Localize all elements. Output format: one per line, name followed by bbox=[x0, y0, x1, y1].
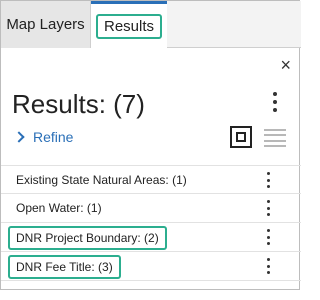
tab-bar: Map Layers Results bbox=[1, 1, 301, 49]
result-label: Existing State Natural Areas: (1) bbox=[16, 173, 187, 187]
more-vertical-icon[interactable] bbox=[265, 172, 271, 188]
more-vertical-icon[interactable] bbox=[265, 258, 271, 274]
tab-map-layers[interactable]: Map Layers bbox=[1, 1, 91, 48]
list-item[interactable]: Open Water: (1) bbox=[1, 194, 301, 223]
list-view-icon[interactable] bbox=[264, 129, 286, 147]
more-vertical-icon[interactable] bbox=[268, 92, 282, 112]
page-title: Results: (7) bbox=[12, 89, 145, 119]
more-vertical-icon[interactable] bbox=[265, 229, 271, 245]
card-view-icon[interactable] bbox=[230, 126, 252, 148]
tab-results-label: Results bbox=[95, 14, 163, 39]
list-item[interactable]: Existing State Natural Areas: (1) bbox=[1, 165, 301, 194]
tab-map-layers-label: Map Layers bbox=[6, 16, 85, 33]
close-icon[interactable]: × bbox=[280, 56, 291, 74]
results-panel: Map Layers Results × Results: (7) Refine… bbox=[0, 0, 301, 290]
tab-results[interactable]: Results bbox=[91, 1, 167, 49]
list-item[interactable]: DNR Fee Title: (3) bbox=[1, 252, 301, 281]
refine-label: Refine bbox=[33, 129, 74, 145]
result-label: DNR Project Boundary: (2) bbox=[8, 226, 167, 250]
results-list: Existing State Natural Areas: (1) Open W… bbox=[1, 165, 301, 281]
refine-link[interactable]: Refine bbox=[13, 129, 74, 145]
result-label: DNR Fee Title: (3) bbox=[8, 255, 121, 279]
result-label: Open Water: (1) bbox=[16, 201, 102, 215]
chevron-right-icon bbox=[13, 131, 25, 143]
list-item[interactable]: DNR Project Boundary: (2) bbox=[1, 223, 301, 252]
more-vertical-icon[interactable] bbox=[265, 200, 271, 216]
